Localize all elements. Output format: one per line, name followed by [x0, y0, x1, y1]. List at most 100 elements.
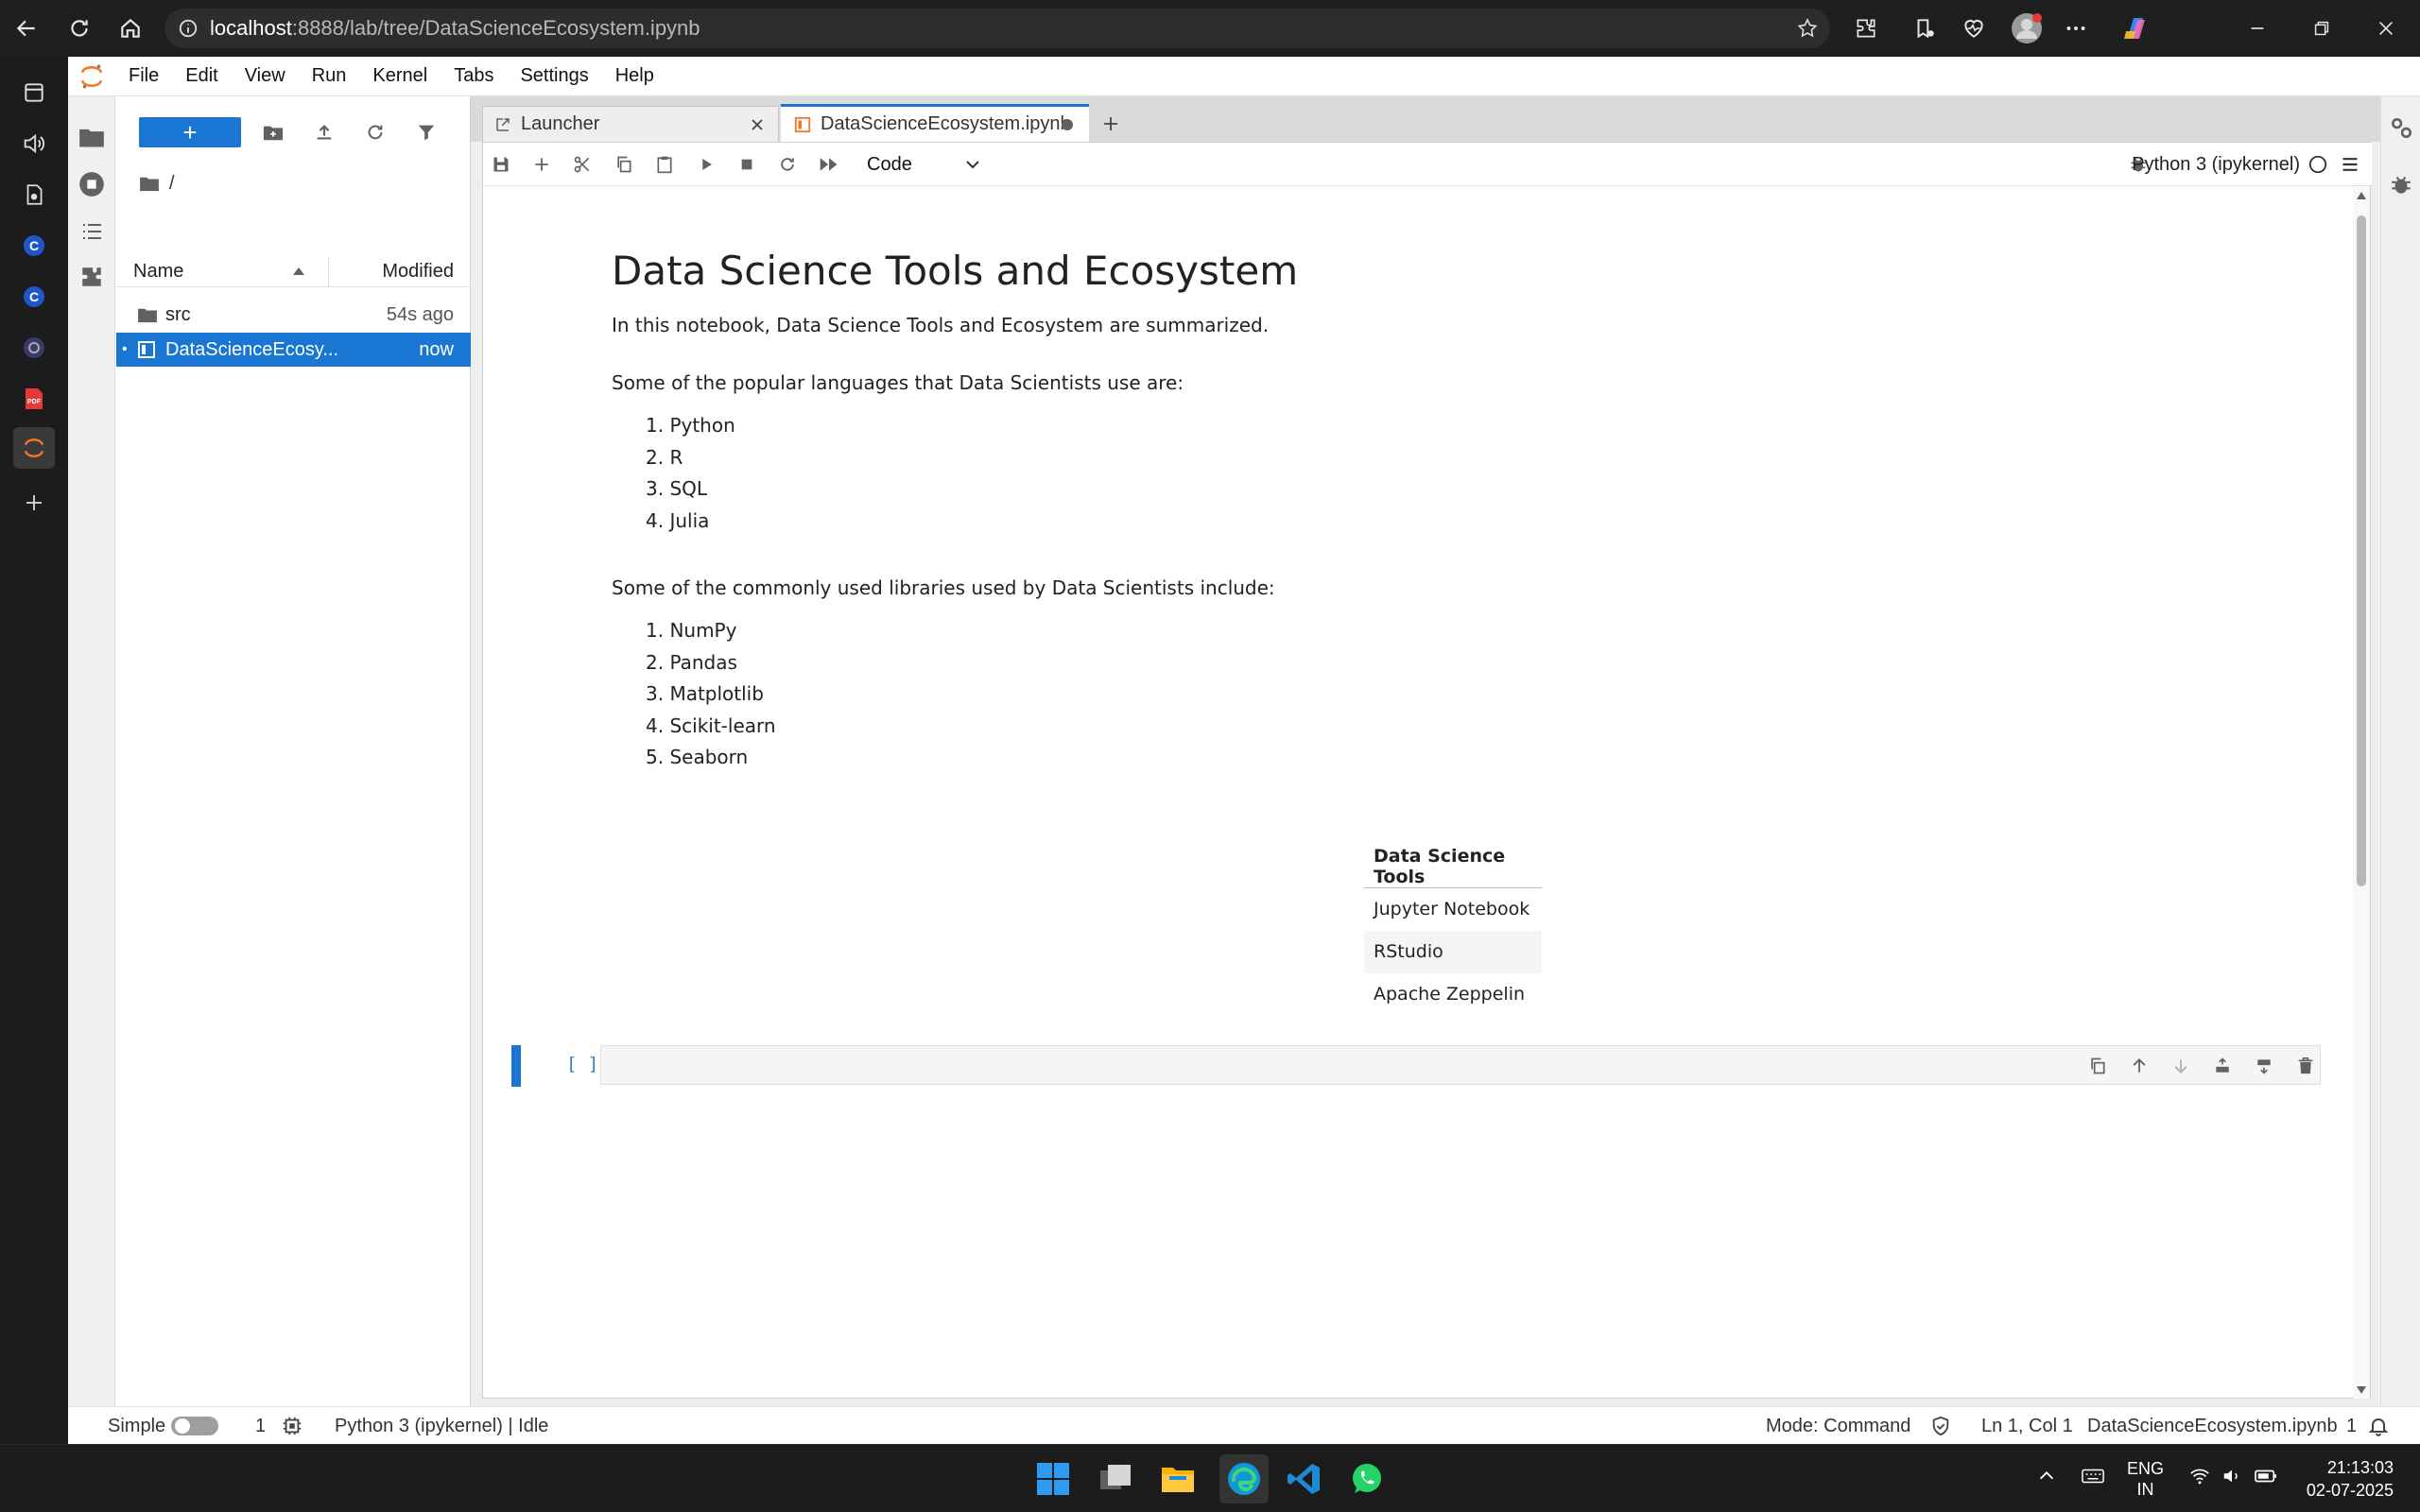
modified-column-header[interactable]: Modified [382, 261, 454, 283]
folder-icon[interactable] [139, 175, 160, 192]
app-icon-4[interactable] [15, 329, 53, 367]
trusted-indicator[interactable] [1930, 1407, 1951, 1445]
cut-cell-button[interactable] [568, 150, 596, 179]
new-tab-button[interactable] [1095, 106, 1127, 142]
save-button[interactable] [487, 150, 515, 179]
notebook-scrollbar[interactable] [2353, 187, 2370, 1399]
app-icon-1[interactable] [15, 176, 53, 214]
restart-icon [781, 158, 794, 171]
insert-cell-button[interactable] [527, 150, 556, 179]
restart-kernel-button[interactable] [773, 150, 802, 179]
terminal-count[interactable]: 1 [255, 1407, 266, 1445]
scroll-thumb[interactable] [2357, 215, 2366, 886]
name-column-header[interactable]: Name [133, 261, 183, 283]
debugger-tab[interactable] [2389, 172, 2413, 197]
add-app-button[interactable] [15, 484, 53, 522]
favorites-button[interactable] [1906, 9, 1944, 47]
menu-help[interactable]: Help [602, 57, 667, 96]
menu-settings[interactable]: Settings [507, 57, 601, 96]
info-icon[interactable] [178, 18, 199, 39]
kernel-name-button[interactable]: Python 3 (ipykernel) [2132, 150, 2300, 179]
kernel-activity[interactable] [282, 1407, 302, 1445]
show-hidden-icons-button[interactable] [2036, 1466, 2057, 1486]
back-button[interactable] [8, 9, 45, 47]
paste-cell-button[interactable] [650, 150, 679, 179]
refresh-files-button[interactable] [360, 117, 390, 147]
scroll-down-icon[interactable] [2356, 1385, 2367, 1395]
more-button[interactable] [2057, 9, 2095, 47]
start-button[interactable] [1032, 1458, 1074, 1500]
close-window-button[interactable] [2367, 9, 2405, 47]
copilot-button[interactable] [2118, 9, 2155, 47]
new-launcher-button[interactable]: + [139, 117, 241, 147]
insert-below-button[interactable] [2250, 1052, 2278, 1080]
read-aloud-button[interactable] [15, 125, 53, 163]
tab-actions-button[interactable] [15, 74, 53, 112]
keyboard-button[interactable] [2082, 1466, 2104, 1486]
unsaved-dot-icon[interactable] [1061, 118, 1074, 131]
running-sessions-tab[interactable] [78, 170, 106, 198]
notebook-menu-button[interactable] [2336, 150, 2364, 179]
vscode-button[interactable] [1284, 1458, 1325, 1500]
insert-above-button[interactable] [2208, 1052, 2237, 1080]
tab-launcher[interactable]: Launcher [482, 106, 779, 142]
edge-taskbar-button[interactable] [1219, 1454, 1269, 1503]
file-browser-tab[interactable] [78, 123, 106, 151]
menu-run[interactable]: Run [299, 57, 360, 96]
run-cell-button[interactable] [692, 150, 720, 179]
duplicate-cell-button[interactable] [2083, 1052, 2112, 1080]
file-name: DataScienceEcosy... [165, 338, 339, 360]
delete-cell-button[interactable] [2291, 1052, 2320, 1080]
move-cell-down-button[interactable] [2167, 1052, 2195, 1080]
restore-button[interactable] [2303, 9, 2341, 47]
upload-button[interactable] [309, 117, 339, 147]
filter-files-button[interactable] [411, 117, 441, 147]
browser-essentials-button[interactable] [1955, 9, 1993, 47]
address-bar[interactable]: localhost:8888/lab/tree/DataScienceEcosy… [164, 9, 1830, 48]
interrupt-kernel-button[interactable] [733, 150, 761, 179]
stop-circle-icon [79, 172, 104, 197]
jupyter-app-button[interactable] [13, 427, 55, 469]
clock[interactable]: 21:13:03 02-07-2025 [2288, 1456, 2394, 1502]
minimize-button[interactable] [2238, 9, 2276, 47]
notifications-button[interactable] [2367, 1407, 2390, 1445]
breadcrumb-root[interactable]: / [169, 173, 175, 195]
cursor-position[interactable]: Ln 1, Col 1 [1981, 1407, 2073, 1445]
favorite-star-icon[interactable] [1796, 17, 1819, 40]
language-indicator[interactable]: ENG IN [2127, 1458, 2164, 1500]
extension-manager-tab[interactable] [78, 263, 106, 291]
menu-kernel[interactable]: Kernel [359, 57, 441, 96]
home-button[interactable] [112, 9, 149, 47]
property-inspector-tab[interactable] [2389, 115, 2413, 140]
tab-notebook[interactable]: DataScienceEcosystem.ipynb [781, 104, 1089, 142]
file-row-selected[interactable]: • DataScienceEcosy... now [116, 333, 471, 367]
menu-view[interactable]: View [232, 57, 299, 96]
kernel-status[interactable]: Python 3 (ipykernel) | Idle [335, 1407, 548, 1445]
refresh-button[interactable] [60, 9, 98, 47]
menu-file[interactable]: File [115, 57, 172, 96]
system-tray-icons[interactable] [2189, 1466, 2278, 1486]
app-icon-3[interactable]: C [15, 278, 53, 316]
cell-type-dropdown[interactable]: Code [863, 149, 986, 180]
app-icon-5[interactable]: PDF [15, 380, 53, 418]
copy-cell-button[interactable] [610, 150, 638, 179]
profile-button[interactable] [2008, 9, 2046, 47]
close-tab-icon[interactable] [750, 117, 765, 132]
menu-tabs[interactable]: Tabs [441, 57, 507, 96]
restart-run-all-button[interactable] [815, 150, 843, 179]
file-row[interactable]: src 54s ago [116, 298, 471, 332]
move-cell-up-button[interactable] [2125, 1052, 2153, 1080]
code-editor[interactable] [600, 1045, 2321, 1085]
extensions-button[interactable] [1847, 9, 1885, 47]
simple-mode-toggle[interactable] [170, 1407, 219, 1445]
notification-count[interactable]: 1 [2346, 1407, 2357, 1445]
table-of-contents-tab[interactable] [78, 217, 106, 246]
file-explorer-button[interactable] [1157, 1458, 1199, 1500]
scroll-up-icon[interactable] [2356, 191, 2367, 200]
menu-edit[interactable]: Edit [172, 57, 231, 96]
new-folder-button[interactable] [258, 117, 288, 147]
code-cell[interactable]: [ ]: [502, 1045, 2336, 1087]
task-view-button[interactable] [1095, 1458, 1136, 1500]
app-icon-2[interactable]: C [15, 227, 53, 265]
whatsapp-button[interactable] [1346, 1458, 1388, 1500]
